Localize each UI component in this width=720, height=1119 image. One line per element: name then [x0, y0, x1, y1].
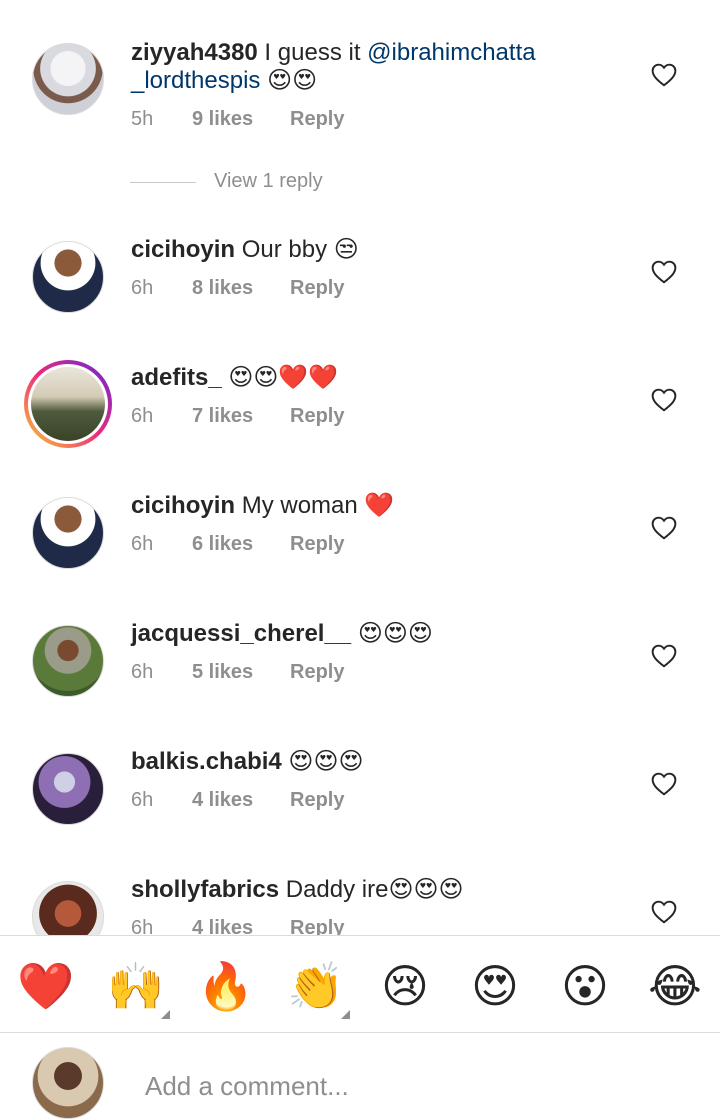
view-replies-label[interactable]: View 1 reply — [214, 170, 323, 193]
add-comment-input[interactable]: Add a comment... — [145, 1071, 349, 1102]
divider-line — [130, 182, 196, 183]
comment-meta: 6h 4 likes Reply — [131, 789, 344, 812]
raising-hands-emoji-button[interactable]: 🙌 — [107, 958, 164, 1014]
comment-item: adefits_ 😍😍❤️❤️ 6h 7 likes Reply — [0, 360, 720, 492]
comment-item: balkis.chabi4 😍😍😍 6h 4 likes Reply — [0, 748, 720, 876]
comment-body: Daddy ire😍😍😍 — [279, 876, 464, 903]
crying-face-emoji-button[interactable]: 😢 — [377, 958, 433, 1014]
comments-list: ziyyah4380 I guess it @ibrahimchatta _lo… — [0, 0, 720, 935]
like-heart-icon[interactable] — [651, 260, 677, 284]
like-heart-icon[interactable] — [651, 63, 677, 87]
comment-text: ziyyah4380 I guess it @ibrahimchatta _lo… — [131, 39, 640, 95]
comment-time: 6h — [131, 533, 154, 555]
current-user-avatar — [32, 1047, 104, 1119]
comment-text: cicihoyin Our bby 😒 — [131, 236, 640, 264]
avatar[interactable] — [32, 753, 104, 825]
comment-username[interactable]: cicihoyin — [131, 492, 235, 519]
comment-time: 6h — [131, 917, 154, 935]
comment-likes[interactable]: 8 likes — [192, 277, 290, 300]
reply-button[interactable]: Reply — [290, 917, 344, 935]
comment-time: 5h — [131, 108, 154, 130]
comment-text: balkis.chabi4 😍😍😍 — [131, 748, 640, 776]
comment-item: ziyyah4380 I guess it @ibrahimchatta _lo… — [0, 38, 720, 166]
comment-body: My woman ❤️ — [235, 492, 395, 519]
avatar[interactable] — [32, 43, 104, 115]
comment-text: shollyfabrics Daddy ire😍😍😍 — [131, 876, 640, 904]
comment-meta: 6h 4 likes Reply — [131, 917, 344, 935]
comment-likes[interactable]: 9 likes — [192, 108, 290, 131]
comment-item: shollyfabrics Daddy ire😍😍😍 6h 4 likes Repl… — [0, 876, 720, 935]
comment-username[interactable]: shollyfabrics — [131, 876, 279, 903]
comment-meta: 5h 9 likes Reply — [131, 108, 344, 131]
comment-emoji: 😍😍 — [260, 67, 318, 94]
like-heart-icon[interactable] — [651, 644, 677, 668]
comment-time: 6h — [131, 789, 154, 811]
reply-button[interactable]: Reply — [290, 789, 344, 812]
red-heart-emoji-button[interactable]: ❤️ — [17, 958, 74, 1014]
comment-likes[interactable]: 5 likes — [192, 661, 290, 684]
reply-button[interactable]: Reply — [290, 108, 344, 131]
heart-eyes-emoji-button[interactable]: 😍 — [467, 958, 523, 1014]
reply-button[interactable]: Reply — [290, 661, 344, 684]
comment-body: 😍😍❤️❤️ — [221, 364, 339, 391]
quick-reaction-bar: ❤️ 🙌 🔥 👏 😢 😍 😮 😂 — [0, 935, 720, 1033]
skin-tone-indicator-icon — [161, 1010, 170, 1019]
reply-button[interactable]: Reply — [290, 533, 344, 556]
like-heart-icon[interactable] — [651, 388, 677, 412]
comment-username[interactable]: ziyyah4380 — [131, 39, 258, 66]
comment-meta: 6h 5 likes Reply — [131, 661, 344, 684]
comment-username[interactable]: jacquessi_cherel__ — [131, 620, 351, 647]
comment-time: 6h — [131, 661, 154, 683]
avatar-story-ring[interactable] — [24, 360, 112, 448]
reply-button[interactable]: Reply — [290, 405, 344, 428]
surprised-face-emoji-button[interactable]: 😮 — [557, 958, 613, 1014]
comment-likes[interactable]: 6 likes — [192, 533, 290, 556]
comment-meta: 6h 6 likes Reply — [131, 533, 344, 556]
avatar[interactable] — [32, 625, 104, 697]
like-heart-icon[interactable] — [651, 772, 677, 796]
comment-meta: 6h 8 likes Reply — [131, 277, 344, 300]
comment-item: cicihoyin Our bby 😒 6h 8 likes Reply — [0, 236, 720, 364]
comment-username[interactable]: balkis.chabi4 — [131, 748, 282, 775]
like-heart-icon[interactable] — [651, 900, 677, 924]
comment-text: cicihoyin My woman ❤️ — [131, 492, 640, 520]
comment-likes[interactable]: 4 likes — [192, 789, 290, 812]
skin-tone-indicator-icon — [341, 1010, 350, 1019]
comment-body: Our bby 😒 — [235, 236, 359, 263]
comment-body: 😍😍😍 — [351, 620, 433, 647]
comment-item: cicihoyin My woman ❤️ 6h 6 likes Reply — [0, 492, 720, 620]
avatar[interactable] — [32, 497, 104, 569]
comment-likes[interactable]: 4 likes — [192, 917, 290, 935]
comment-body: I guess it — [257, 39, 368, 66]
avatar[interactable] — [32, 241, 104, 313]
like-heart-icon[interactable] — [651, 516, 677, 540]
comment-meta: 6h 7 likes Reply — [131, 405, 344, 428]
reply-button[interactable]: Reply — [290, 277, 344, 300]
comment-time: 6h — [131, 405, 154, 427]
add-comment-row: Add a comment... — [0, 1033, 720, 1119]
comment-username[interactable]: adefits_ — [131, 364, 222, 391]
comment-item: jacquessi_cherel__ 😍😍😍 6h 5 likes Reply — [0, 620, 720, 748]
avatar — [31, 367, 105, 441]
comment-likes[interactable]: 7 likes — [192, 405, 290, 428]
comment-body: 😍😍😍 — [281, 748, 364, 775]
tears-of-joy-emoji-button[interactable]: 😂 — [647, 958, 703, 1014]
comment-time: 6h — [131, 277, 154, 299]
comment-text: adefits_ 😍😍❤️❤️ — [131, 364, 640, 392]
avatar-ring-gap — [28, 364, 108, 444]
clapping-hands-emoji-button[interactable]: 👏 — [287, 958, 344, 1014]
comment-text: jacquessi_cherel__ 😍😍😍 — [131, 620, 640, 648]
fire-emoji-button[interactable]: 🔥 — [197, 958, 254, 1014]
comment-username[interactable]: cicihoyin — [131, 236, 235, 263]
avatar[interactable] — [32, 881, 104, 935]
